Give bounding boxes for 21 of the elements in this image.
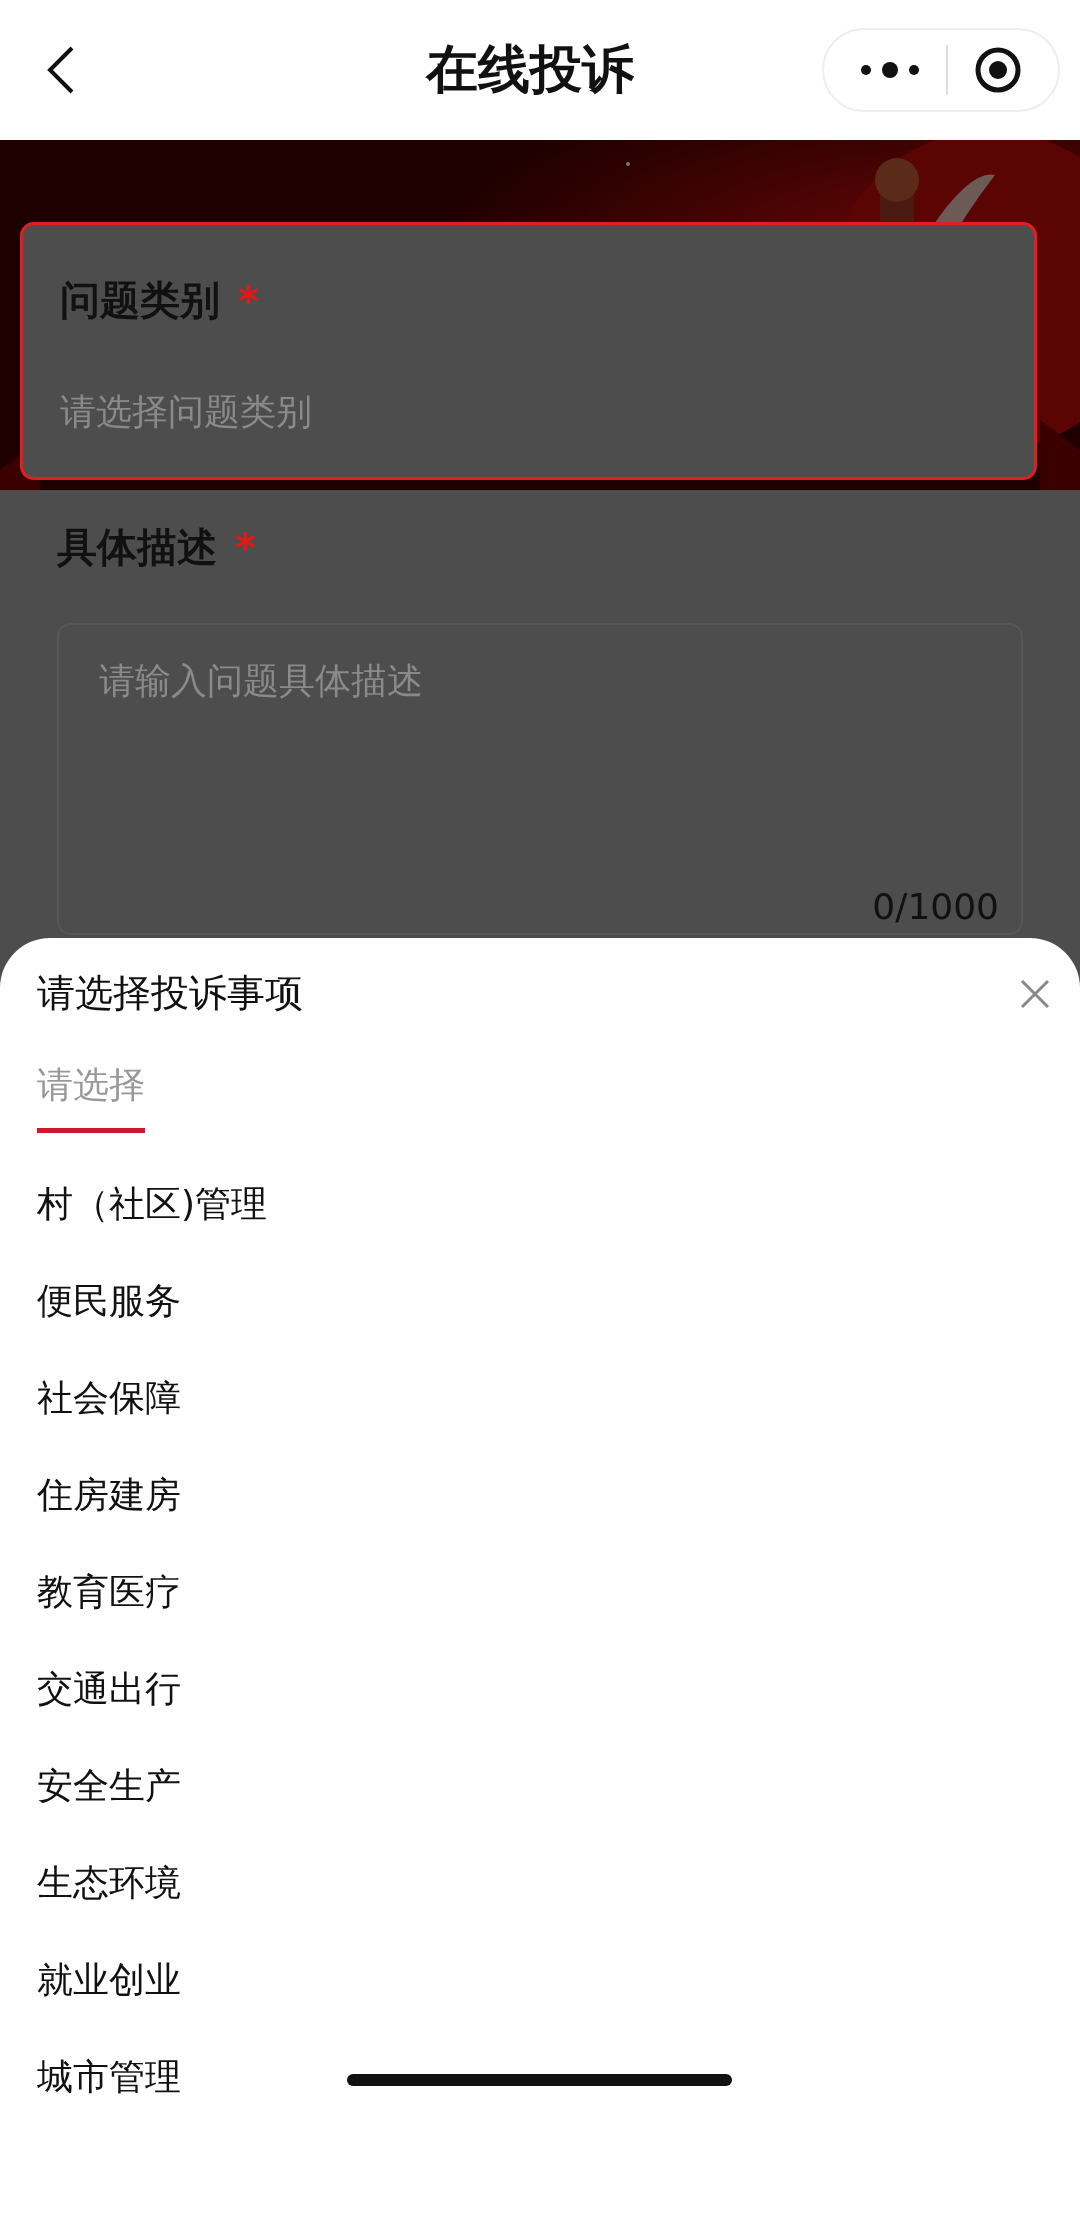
required-mark: * bbox=[235, 524, 256, 571]
more-icon[interactable] bbox=[860, 60, 920, 80]
field-label: 具体描述 bbox=[57, 523, 217, 572]
field-label: 问题类别 bbox=[60, 276, 220, 325]
close-icon[interactable] bbox=[1020, 978, 1050, 1009]
option-item[interactable]: 交通出行 bbox=[37, 1640, 181, 1737]
option-item[interactable]: 安全生产 bbox=[37, 1737, 181, 1834]
option-item[interactable]: 城市管理 bbox=[37, 2028, 181, 2125]
option-item[interactable]: 住房建房 bbox=[37, 1446, 181, 1543]
option-item[interactable]: 生态环境 bbox=[37, 1834, 181, 1931]
required-mark: * bbox=[238, 277, 259, 324]
option-item[interactable]: 社会保障 bbox=[37, 1349, 181, 1446]
page-title: 在线投诉 bbox=[424, 38, 635, 101]
character-counter: 0/1000 bbox=[872, 886, 999, 927]
option-item[interactable]: 村（社区)管理 bbox=[37, 1155, 268, 1252]
select-placeholder: 请选择问题类别 bbox=[60, 390, 313, 434]
sheet-title: 请选择投诉事项 bbox=[37, 970, 303, 1017]
option-item[interactable]: 就业创业 bbox=[37, 1931, 181, 2028]
target-icon[interactable] bbox=[974, 46, 1022, 94]
option-item[interactable]: 教育医疗 bbox=[37, 1543, 181, 1640]
option-item[interactable]: 便民服务 bbox=[37, 1252, 181, 1349]
